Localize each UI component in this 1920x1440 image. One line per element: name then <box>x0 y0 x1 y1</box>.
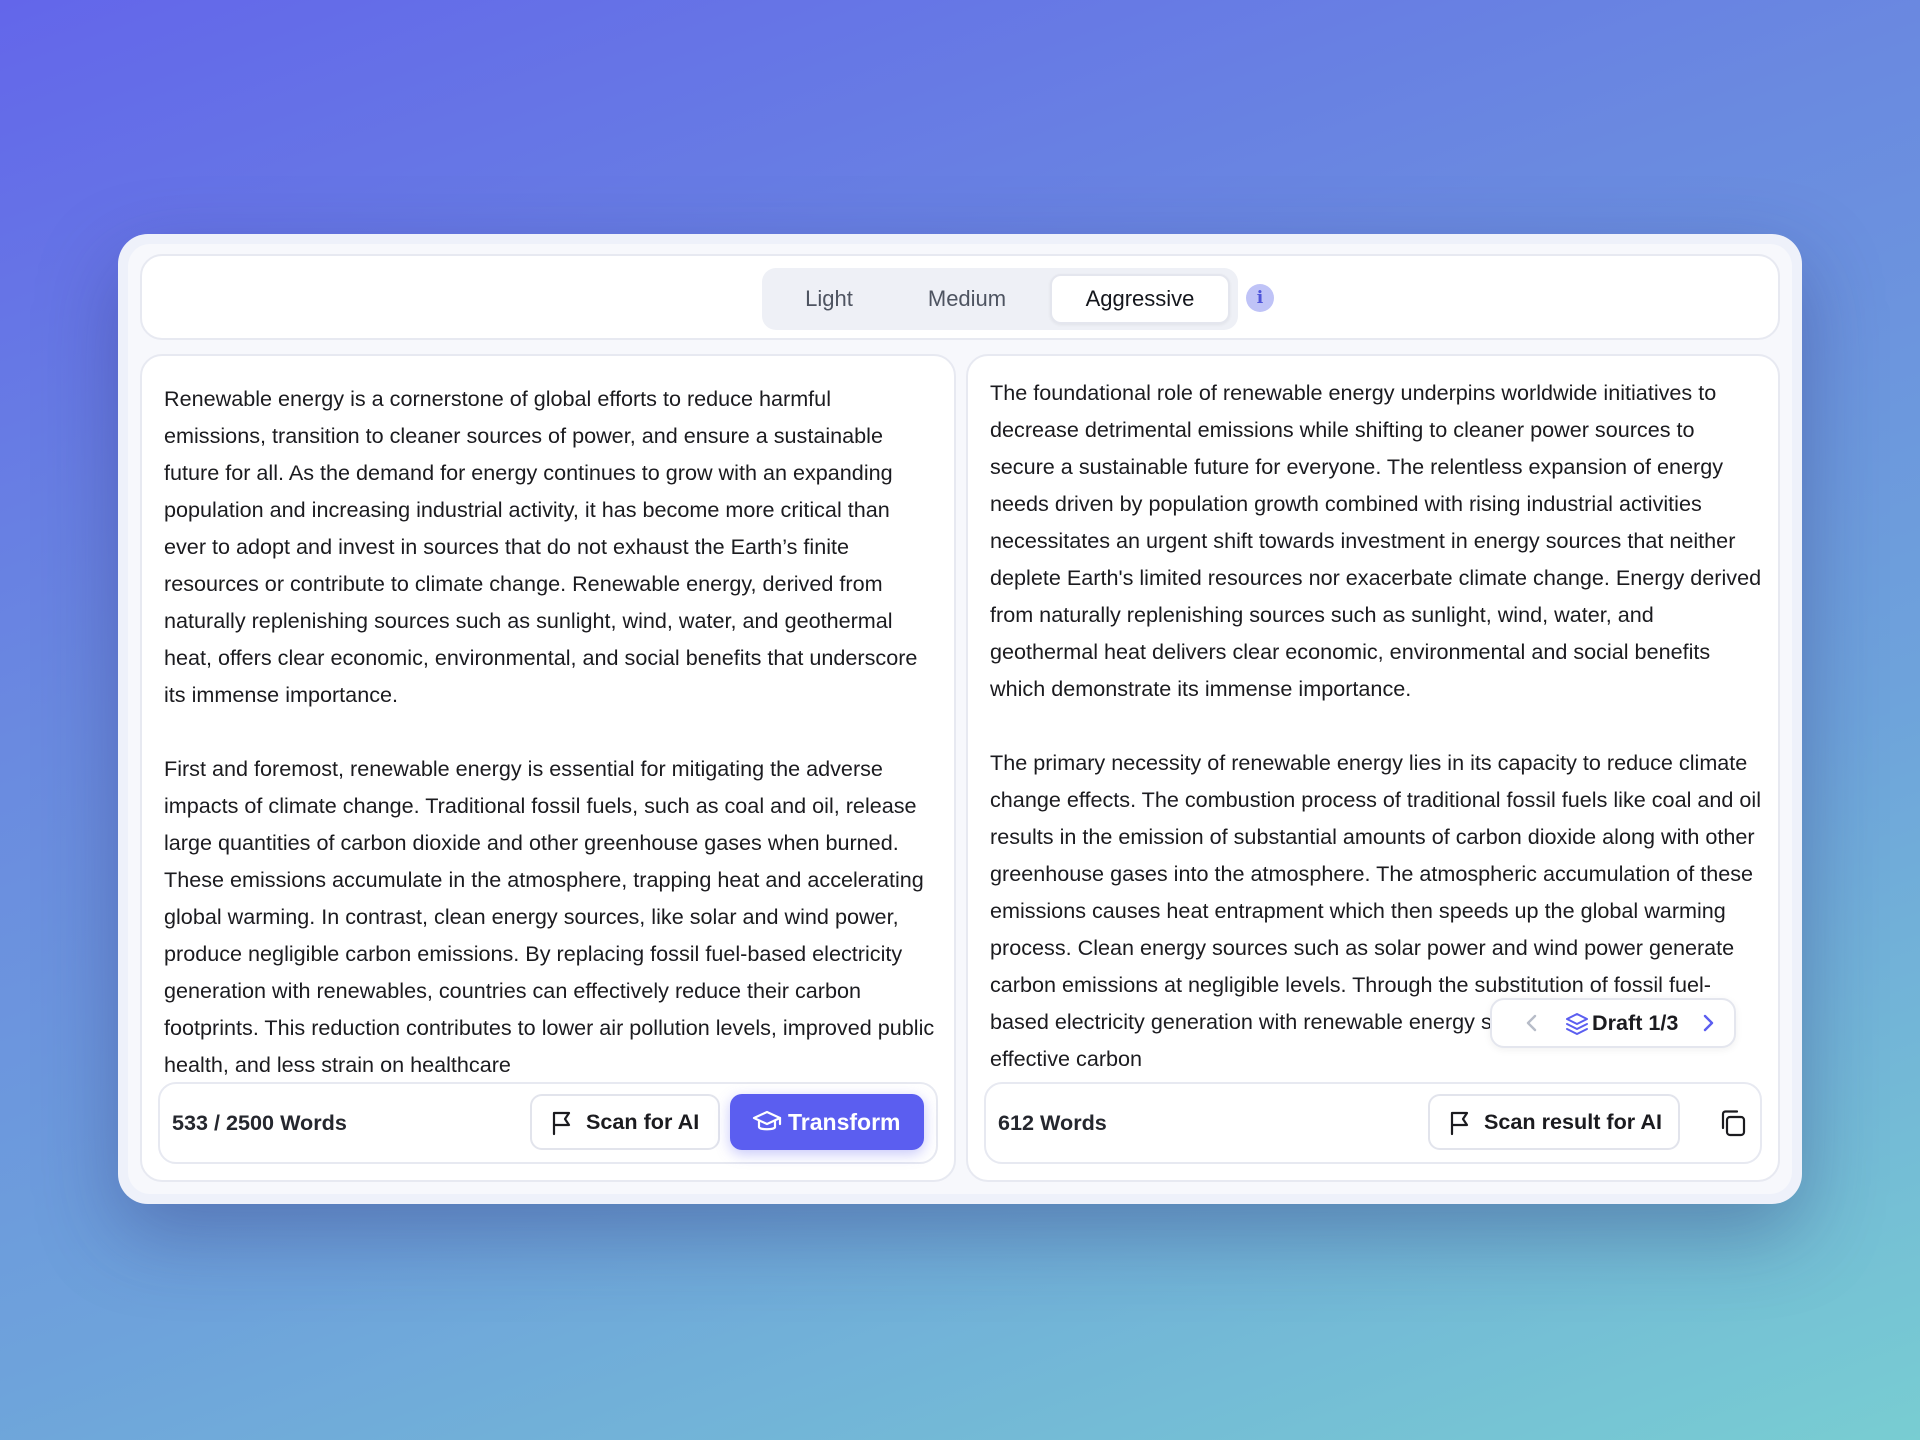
mode-medium-button[interactable]: Medium <box>892 274 1042 324</box>
app-inner: Light Medium Aggressive i Renewable ener… <box>128 244 1792 1194</box>
flag-icon <box>552 1111 571 1136</box>
layers-icon <box>1566 1013 1588 1035</box>
draft-label: Draft 1/3 <box>1592 1010 1679 1035</box>
draft-navigator: Draft 1/3 <box>1490 998 1736 1048</box>
flag-icon <box>1450 1111 1469 1136</box>
output-footer: 612 Words Scan result for AI <box>984 1082 1762 1164</box>
input-footer: 533 / 2500 Words Scan for AI Transform <box>158 1082 938 1164</box>
graduation-cap-icon <box>752 1110 782 1131</box>
output-text: The foundational role of renewable energ… <box>990 374 1762 1094</box>
info-icon[interactable]: i <box>1246 284 1274 312</box>
input-paragraph: Renewable energy is a cornerstone of glo… <box>164 386 918 707</box>
output-panel: The foundational role of renewable energ… <box>966 354 1780 1182</box>
input-word-count: 533 / 2500 Words <box>172 1110 347 1135</box>
mode-aggressive-button[interactable]: Aggressive <box>1050 274 1230 324</box>
input-paragraph: First and foremost, renewable energy is … <box>164 756 935 1077</box>
app-window: Light Medium Aggressive i Renewable ener… <box>118 234 1802 1204</box>
copy-button[interactable] <box>1708 1098 1756 1146</box>
transform-label: Transform <box>788 1109 901 1135</box>
scan-for-ai-button[interactable]: Scan for AI <box>530 1094 720 1150</box>
input-textarea[interactable]: Renewable energy is a cornerstone of glo… <box>164 380 936 1100</box>
output-paragraph: The foundational role of renewable energ… <box>990 380 1762 701</box>
scan-result-for-ai-label: Scan result for AI <box>1484 1109 1662 1134</box>
copy-icon <box>1721 1110 1746 1137</box>
mode-toolbar: Light Medium Aggressive i <box>140 254 1780 340</box>
scan-result-for-ai-button[interactable]: Scan result for AI <box>1428 1094 1680 1150</box>
mode-segmented-control: Light Medium Aggressive <box>762 268 1238 330</box>
input-panel: Renewable energy is a cornerstone of glo… <box>140 354 956 1182</box>
chevron-right-icon[interactable] <box>1698 1013 1718 1033</box>
transform-button[interactable]: Transform <box>730 1094 924 1150</box>
mode-light-button[interactable]: Light <box>770 274 888 324</box>
chevron-left-icon[interactable] <box>1522 1013 1542 1033</box>
output-word-count: 612 Words <box>998 1110 1107 1135</box>
scan-for-ai-label: Scan for AI <box>586 1109 700 1134</box>
